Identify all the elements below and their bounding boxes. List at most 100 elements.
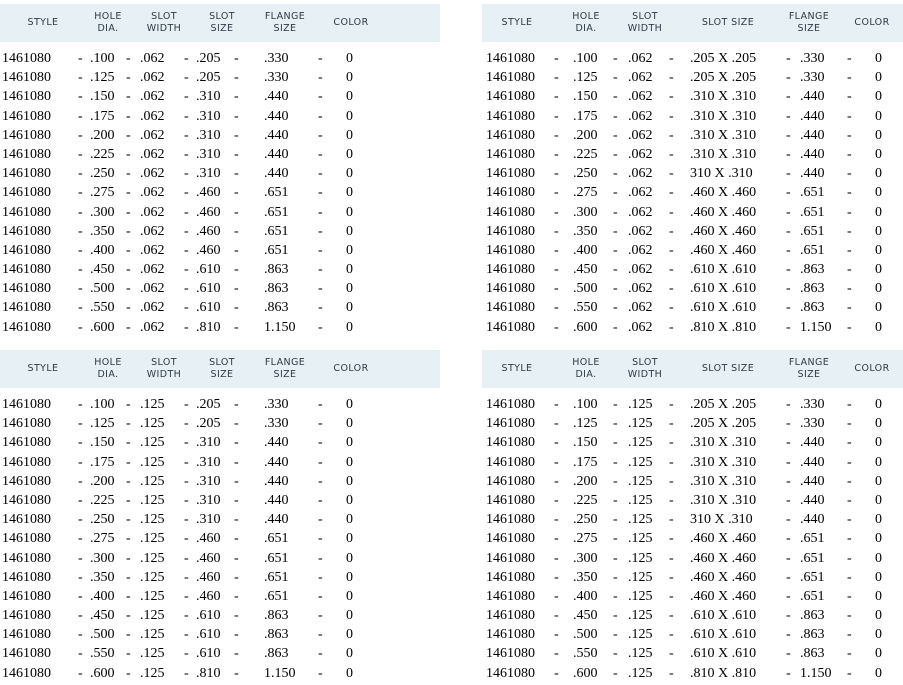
cell-hole-dia: .450 <box>90 608 115 624</box>
separator-dash: - <box>126 300 131 316</box>
separator-dash: - <box>669 569 674 585</box>
cell-slot-size: .610 X .610 <box>690 608 757 624</box>
separator-dash: - <box>554 204 559 220</box>
table-row: 1461080 .125 .062 .205 X .205 .330 0 - - - - - <box>482 68 900 87</box>
cell-style: 1461080 <box>486 531 535 547</box>
cell-flange-size: .440 <box>264 127 289 143</box>
separator-dash: - <box>78 397 83 412</box>
cell-style: 1461080 <box>2 665 51 681</box>
separator-dash: - <box>613 146 618 162</box>
separator-dash: - <box>184 242 189 258</box>
cell-slot-size: .310 <box>196 512 221 528</box>
separator-dash: - <box>613 588 618 604</box>
separator-dash: - <box>613 223 618 239</box>
cell-slot-width: .062 <box>140 51 165 66</box>
separator-dash: - <box>613 89 618 105</box>
cell-hole-dia: .250 <box>573 512 598 528</box>
cell-flange-size: .440 <box>800 166 825 182</box>
spec-table-top-right: STYLE HOLE DIA. SLOT WIDTH SLOT SIZE FLANGE … <box>482 4 903 335</box>
separator-dash: - <box>847 608 852 624</box>
separator-dash: - <box>669 550 674 566</box>
separator-dash: - <box>318 166 323 182</box>
cell-style: 1461080 <box>486 108 535 124</box>
cell-slot-width: .062 <box>628 89 653 105</box>
separator-dash: - <box>847 646 852 662</box>
cell-slot-size: .310 <box>196 89 221 105</box>
separator-dash: - <box>847 550 852 566</box>
cell-color: 0 <box>875 242 882 258</box>
separator-dash: - <box>847 185 852 201</box>
column-header-slot-width: SLOT WIDTH <box>627 11 663 34</box>
separator-dash: - <box>184 608 189 624</box>
cell-color: 0 <box>346 627 353 643</box>
separator-dash: - <box>613 204 618 220</box>
cell-flange-size: .651 <box>264 223 289 239</box>
cell-slot-size: .310 X .310 <box>690 435 757 451</box>
cell-color: 0 <box>875 473 882 489</box>
cell-hole-dia: .200 <box>90 127 115 143</box>
cell-color: 0 <box>346 166 353 182</box>
separator-dash: - <box>184 454 189 470</box>
table-row: 1461080 .500 .062 .610 X .610 .863 0 - - - - - <box>482 279 900 298</box>
cell-hole-dia: .100 <box>90 397 115 412</box>
cell-color: 0 <box>346 435 353 451</box>
separator-dash: - <box>318 185 323 201</box>
cell-slot-width: .125 <box>628 397 653 412</box>
separator-dash: - <box>234 550 239 566</box>
cell-slot-width: .062 <box>140 204 165 220</box>
separator-dash: - <box>184 492 189 508</box>
column-header-hole-dia: HOLE DIA. <box>572 357 600 380</box>
separator-dash: - <box>554 435 559 451</box>
separator-dash: - <box>126 416 131 432</box>
cell-hole-dia: .550 <box>90 646 115 662</box>
cell-slot-size: .460 X .460 <box>690 223 757 239</box>
cell-slot-width: .062 <box>140 242 165 258</box>
cell-style: 1461080 <box>2 550 51 566</box>
separator-dash: - <box>78 166 83 182</box>
cell-hole-dia: .250 <box>573 166 598 182</box>
table-row: 1461080 .550 .062 .610 X .610 .863 0 - - - - - <box>482 298 900 317</box>
separator-dash: - <box>613 166 618 182</box>
separator-dash: - <box>126 185 131 201</box>
cell-slot-size: .460 <box>196 223 221 239</box>
column-header-slot-size: SLOT SIZE <box>209 357 235 380</box>
cell-color: 0 <box>346 416 353 432</box>
cell-color: 0 <box>875 569 882 585</box>
table-row: 1461080 .400 .125 .460 X .460 .651 0 - - - - - <box>482 587 900 606</box>
cell-slot-width: .125 <box>140 454 165 470</box>
separator-dash: - <box>184 397 189 412</box>
separator-dash: - <box>613 397 618 412</box>
cell-slot-width: .125 <box>140 512 165 528</box>
cell-style: 1461080 <box>2 300 51 316</box>
cell-flange-size: .440 <box>264 492 289 508</box>
cell-hole-dia: .500 <box>573 281 598 297</box>
separator-dash: - <box>786 146 791 162</box>
separator-dash: - <box>847 473 852 489</box>
separator-dash: - <box>184 435 189 451</box>
cell-hole-dia: .200 <box>573 127 598 143</box>
cell-style: 1461080 <box>2 454 51 470</box>
separator-dash: - <box>786 281 791 297</box>
table-row: 1461080 .100 .062 .205 X .205 .330 0 - - - - - <box>482 49 900 68</box>
separator-dash: - <box>554 397 559 412</box>
table-row: 1461080 .125 .125 .205 X .205 .330 0 - - - - - <box>482 414 900 433</box>
separator-dash: - <box>126 627 131 643</box>
separator-dash: - <box>126 473 131 489</box>
cell-hole-dia: .175 <box>573 108 598 124</box>
cell-color: 0 <box>346 608 353 624</box>
separator-dash: - <box>78 185 83 201</box>
table-row: 1461080 .500 .125 .610 X .610 .863 0 - - - - - <box>482 625 900 644</box>
separator-dash: - <box>554 127 559 143</box>
cell-style: 1461080 <box>2 281 51 297</box>
cell-color: 0 <box>346 185 353 201</box>
separator-dash: - <box>786 319 791 335</box>
separator-dash: - <box>184 627 189 643</box>
table-row: 1461080 .600 .062 .810 X .810 1.150 0 - - - - - <box>482 318 900 337</box>
cell-flange-size: .651 <box>800 242 825 258</box>
separator-dash: - <box>613 281 618 297</box>
cell-color: 0 <box>346 262 353 278</box>
cell-hole-dia: .350 <box>573 223 598 239</box>
cell-flange-size: .863 <box>800 608 825 624</box>
table-row: 1461080 .550 .125 .610 .863 0 - - - - - <box>0 644 440 663</box>
separator-dash: - <box>318 204 323 220</box>
